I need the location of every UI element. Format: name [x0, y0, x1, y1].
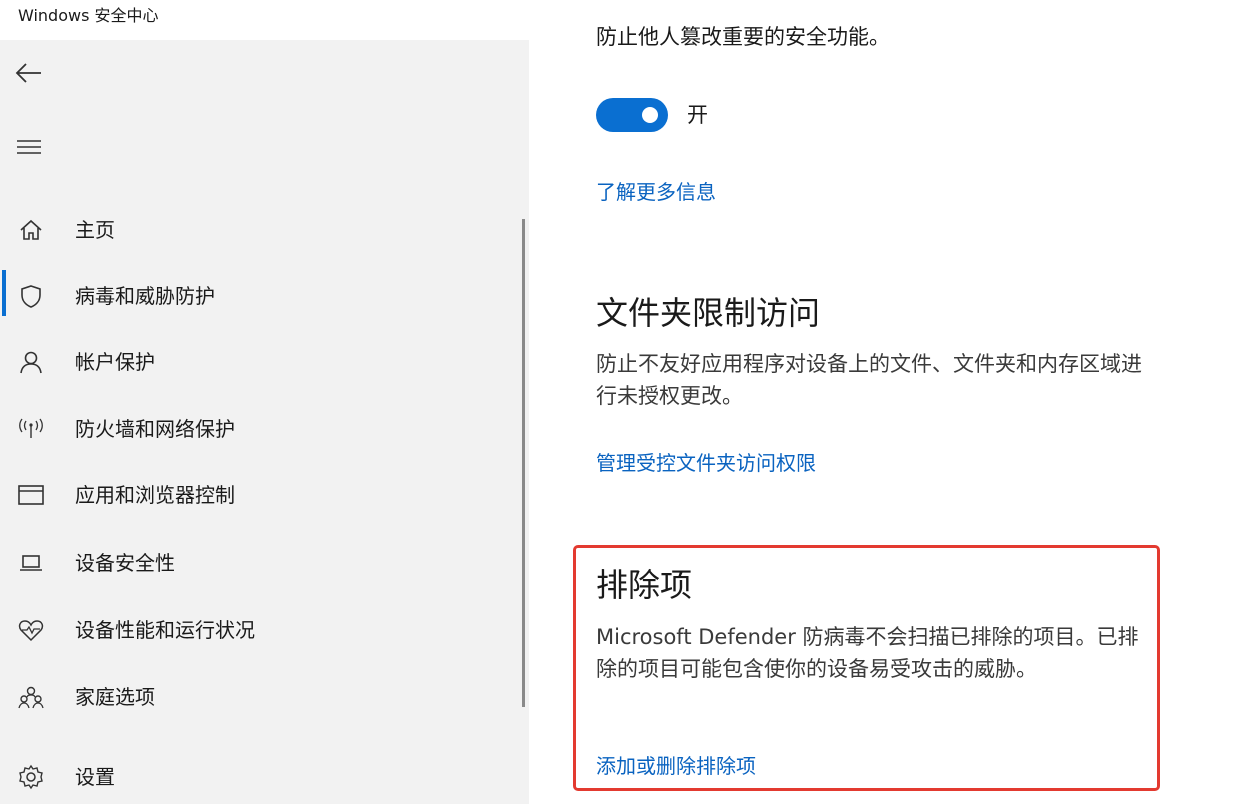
wireless-signal-icon	[16, 414, 46, 444]
toggle-knob	[642, 107, 658, 123]
sidebar-item-firewall[interactable]: 防火墙和网络保护	[0, 404, 522, 454]
toggle-state-label: 开	[687, 103, 708, 127]
sidebar-item-label: 设置	[75, 765, 115, 789]
active-indicator	[2, 270, 6, 316]
sidebar-item-label: 防火墙和网络保护	[75, 417, 235, 441]
tamper-protection-description: 防止他人篡改重要的安全功能。	[596, 25, 890, 49]
menu-button[interactable]	[12, 130, 46, 164]
exclusions-highlight-box	[573, 545, 1160, 791]
section-description: 防止不友好应用程序对设备上的文件、文件夹和内存区域进行未授权更改。	[596, 352, 1142, 408]
home-icon	[16, 215, 46, 245]
sidebar-item-label: 病毒和威胁防护	[75, 284, 215, 308]
sidebar-item-settings[interactable]: 设置	[0, 752, 522, 802]
sidebar-item-label: 主页	[75, 218, 115, 242]
sidebar-item-app-browser-control[interactable]: 应用和浏览器控制	[0, 470, 522, 520]
sidebar: 主页 病毒和威胁防护 帐户保护 防火墙和网络保护 应用和浏览器控制 设备安全性	[0, 40, 529, 804]
sidebar-item-device-health[interactable]: 设备性能和运行状况	[0, 605, 522, 655]
learn-more-link[interactable]: 了解更多信息	[596, 178, 716, 206]
sidebar-item-family-options[interactable]: 家庭选项	[0, 672, 522, 722]
tamper-protection-toggle[interactable]	[596, 98, 668, 132]
sidebar-scrollbar[interactable]	[522, 219, 525, 707]
person-icon	[16, 347, 46, 377]
sidebar-item-label: 应用和浏览器控制	[75, 483, 235, 507]
sidebar-item-account-protection[interactable]: 帐户保护	[0, 337, 522, 387]
sidebar-item-label: 设备安全性	[75, 551, 175, 575]
sidebar-item-label: 家庭选项	[75, 685, 155, 709]
hamburger-menu-icon	[17, 140, 41, 154]
family-icon	[16, 682, 46, 712]
sidebar-item-device-security[interactable]: 设备安全性	[0, 538, 522, 588]
sidebar-item-home[interactable]: 主页	[0, 205, 522, 255]
section-title-controlled-folder-access: 文件夹限制访问	[596, 294, 821, 332]
manage-controlled-folder-access-link[interactable]: 管理受控文件夹访问权限	[596, 449, 816, 477]
laptop-icon	[16, 548, 46, 578]
shield-icon	[16, 281, 46, 311]
gear-icon	[16, 762, 46, 792]
browser-window-icon	[16, 480, 46, 510]
sidebar-item-label: 帐户保护	[75, 350, 155, 374]
sidebar-item-virus-protection[interactable]: 病毒和威胁防护	[0, 271, 522, 321]
back-arrow-icon	[15, 63, 41, 83]
window-title: Windows 安全中心	[18, 6, 159, 25]
back-button[interactable]	[12, 56, 46, 90]
heart-pulse-icon	[16, 615, 46, 645]
sidebar-item-label: 设备性能和运行状况	[75, 618, 255, 642]
